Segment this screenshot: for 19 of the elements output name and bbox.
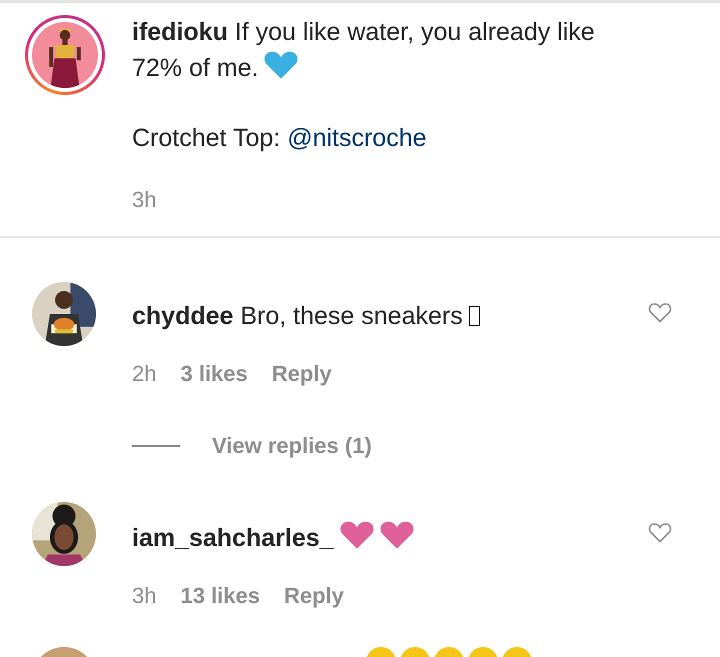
- comment-text: iam_sahcharles_: [132, 524, 334, 552]
- reply-link[interactable]: Reply: [284, 580, 344, 612]
- reply-link[interactable]: Reply: [272, 358, 332, 390]
- missing-glyph-icon: [468, 306, 480, 326]
- timestamp: 2h: [132, 360, 156, 388]
- credit-text: Crotchet Top:: [132, 124, 280, 152]
- caption-text: ifedioku If you like water, you already like 72% of me.: [132, 17, 596, 84]
- timestamp: 3h: [132, 186, 156, 214]
- timestamp: 3h: [132, 582, 156, 610]
- heart-icon: [380, 520, 414, 549]
- comment-text: chyddee Bro, these sneakers: [132, 302, 463, 330]
- heart-icon: [264, 50, 298, 79]
- view-replies-link[interactable]: View replies (1): [212, 430, 372, 462]
- heart-icon: [340, 520, 374, 549]
- likes-count[interactable]: 13 likes: [180, 580, 260, 612]
- likes-count[interactable]: 3 likes: [180, 358, 248, 390]
- like-heart-icon[interactable]: [648, 302, 672, 323]
- like-heart-icon[interactable]: [648, 522, 672, 543]
- mention-link[interactable]: @nitscroche: [287, 124, 427, 152]
